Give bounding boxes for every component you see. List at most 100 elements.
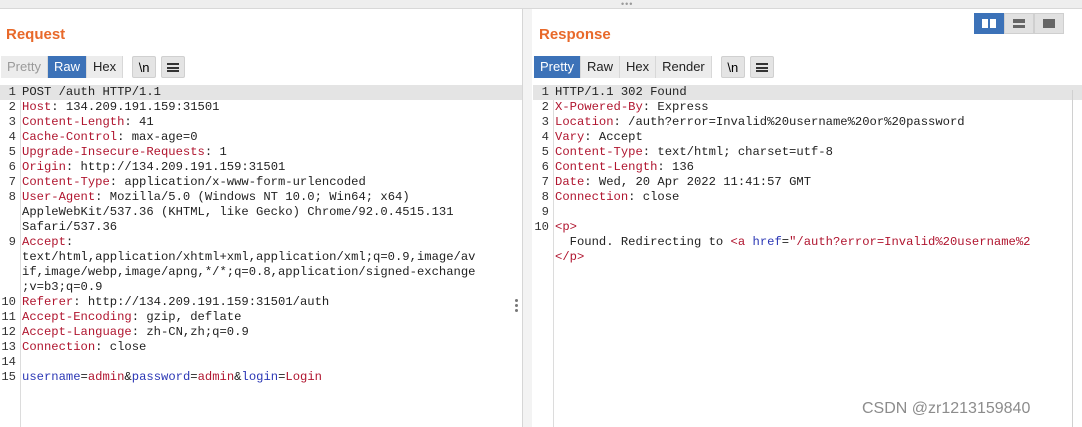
- response-menu-button[interactable]: [749, 56, 774, 78]
- header-name: Location: [555, 115, 614, 129]
- line-content: Content-Type: application/x-www-form-url…: [20, 175, 366, 190]
- layout-switcher: [974, 13, 1064, 34]
- header-name: Host: [22, 100, 52, 114]
- line-content: Connection: close: [20, 340, 146, 355]
- header-name: Referer: [22, 295, 74, 309]
- line-text: POST /auth HTTP/1.1: [22, 85, 161, 99]
- html-text: =: [781, 235, 790, 249]
- line-number: 10: [534, 220, 549, 234]
- header-name: Content-Length: [22, 115, 125, 129]
- code-line: 8 User-Agent: Mozilla/5.0 (Windows NT 10.…: [0, 190, 522, 235]
- param-key: password: [131, 370, 191, 384]
- code-line: 15 username=admin&password=admin&login=Lo…: [0, 370, 522, 385]
- line-content: Accept-Encoding: gzip, deflate: [20, 310, 241, 325]
- request-newline-toggle[interactable]: \n: [132, 56, 157, 78]
- line-text: HTTP/1.1 302 Found: [555, 85, 687, 99]
- response-tab-hex[interactable]: Hex: [619, 56, 657, 78]
- header-name: Content-Type: [22, 175, 110, 189]
- line-number: 3: [8, 115, 16, 129]
- line-content: HTTP/1.1 302 Found: [553, 85, 687, 100]
- splitter-grip-icon[interactable]: •••: [621, 0, 633, 9]
- header-name: Origin: [22, 160, 66, 174]
- html-attribute: href: [752, 235, 782, 249]
- line-number: 1: [541, 85, 549, 99]
- watermark: CSDN @zr1213159840: [862, 400, 1031, 417]
- request-lines: 1 POST /auth HTTP/1.1 2 Host: 134.209.191.1…: [0, 85, 522, 385]
- line-content: Connection: close: [553, 190, 679, 205]
- header-value: 1: [212, 145, 227, 159]
- param-value: admin: [197, 370, 235, 384]
- line-number: 9: [541, 205, 549, 219]
- code-line: 1 POST /auth HTTP/1.1: [0, 85, 522, 100]
- line-number: 7: [541, 175, 549, 189]
- layout-stacked-button[interactable]: [1004, 13, 1034, 34]
- line-number: 2: [541, 100, 549, 114]
- header-name: Upgrade-Insecure-Requests: [22, 145, 205, 159]
- request-menu-button[interactable]: [161, 56, 186, 78]
- header-value: application/x-www-form-urlencoded: [117, 175, 366, 189]
- header-colon: :: [131, 310, 140, 324]
- response-newline-toggle[interactable]: \n: [720, 56, 745, 78]
- line-number: 5: [8, 145, 16, 159]
- rows-icon: [1013, 19, 1025, 28]
- code-line: 8 Connection: close: [533, 190, 1082, 205]
- header-colon: :: [584, 130, 592, 144]
- line-content: Accept: text/html,application/xhtml+xml,…: [20, 235, 475, 295]
- top-splitter[interactable]: •••: [0, 0, 1082, 9]
- param-value: admin: [87, 370, 125, 384]
- code-line: 4 Cache-Control: max-age=0: [0, 130, 522, 145]
- line-content: Referer: http://134.209.191.159:31501/au…: [20, 295, 329, 310]
- line-number: 9: [8, 235, 16, 249]
- line-number: 15: [1, 370, 16, 384]
- code-line: 3 Location: /auth?error=Invalid%20usernam…: [533, 115, 1082, 130]
- line-number: 5: [541, 145, 549, 159]
- line-number: 3: [541, 115, 549, 129]
- layout-single-button[interactable]: [1034, 13, 1064, 34]
- header-colon: :: [131, 325, 140, 339]
- line-content: Upgrade-Insecure-Requests: 1: [20, 145, 227, 160]
- line-content: username=admin&password=admin&login=Logi…: [20, 370, 322, 385]
- line-content: [553, 205, 555, 220]
- header-name: Connection: [22, 340, 96, 354]
- header-colon: :: [124, 115, 132, 129]
- pane-divider[interactable]: [523, 9, 532, 427]
- line-content: Content-Type: text/html; charset=utf-8: [553, 145, 833, 160]
- line-number: 2: [8, 100, 16, 114]
- request-pane: Request Pretty Raw Hex \n 1 POST /auth HT…: [0, 9, 523, 427]
- header-name: X-Powered-By: [555, 100, 643, 114]
- request-title: Request: [6, 26, 66, 43]
- line-number: 14: [1, 355, 16, 369]
- html-string: "/auth?error=Invalid%20username%2: [789, 235, 1031, 249]
- header-value: gzip, deflate: [139, 310, 242, 324]
- request-tab-hex[interactable]: Hex: [86, 56, 124, 78]
- layout-side-by-side-button[interactable]: [974, 13, 1004, 34]
- line-number: 10: [1, 295, 16, 309]
- param-separator: =: [190, 370, 198, 384]
- header-value: max-age=0: [124, 130, 198, 144]
- line-content: User-Agent: Mozilla/5.0 (Windows NT 10.0…: [20, 190, 454, 235]
- request-editor[interactable]: 1 POST /auth HTTP/1.1 2 Host: 134.209.191.1…: [0, 85, 522, 427]
- line-content: Host: 134.209.191.159:31501: [20, 100, 220, 115]
- response-editor[interactable]: 1 HTTP/1.1 302 Found 2 X-Powered-By: Expres…: [533, 85, 1082, 427]
- header-name: User-Agent: [22, 190, 96, 204]
- header-value: http://134.209.191.159:31501: [73, 160, 286, 174]
- code-line: 5 Content-Type: text/html; charset=utf-8: [533, 145, 1082, 160]
- header-colon: :: [73, 295, 81, 309]
- request-more-icon[interactable]: [515, 299, 518, 314]
- param-key: login: [241, 370, 279, 384]
- code-line: 1 HTTP/1.1 302 Found: [533, 85, 1082, 100]
- header-value: Express: [650, 100, 709, 114]
- response-tab-render[interactable]: Render: [656, 56, 712, 78]
- response-tab-raw[interactable]: Raw: [580, 56, 620, 78]
- header-value: Accept: [591, 130, 643, 144]
- code-line: 3 Content-Length: 41: [0, 115, 522, 130]
- response-scrollbar[interactable]: [1072, 90, 1073, 427]
- header-colon: :: [584, 175, 592, 189]
- request-tab-raw[interactable]: Raw: [47, 56, 87, 78]
- request-tab-pretty[interactable]: Pretty: [1, 56, 48, 78]
- response-tab-pretty[interactable]: Pretty: [534, 56, 581, 78]
- menu-icon: [167, 63, 180, 73]
- header-value: close: [635, 190, 680, 204]
- line-number: 12: [1, 325, 16, 339]
- line-content: [20, 355, 22, 370]
